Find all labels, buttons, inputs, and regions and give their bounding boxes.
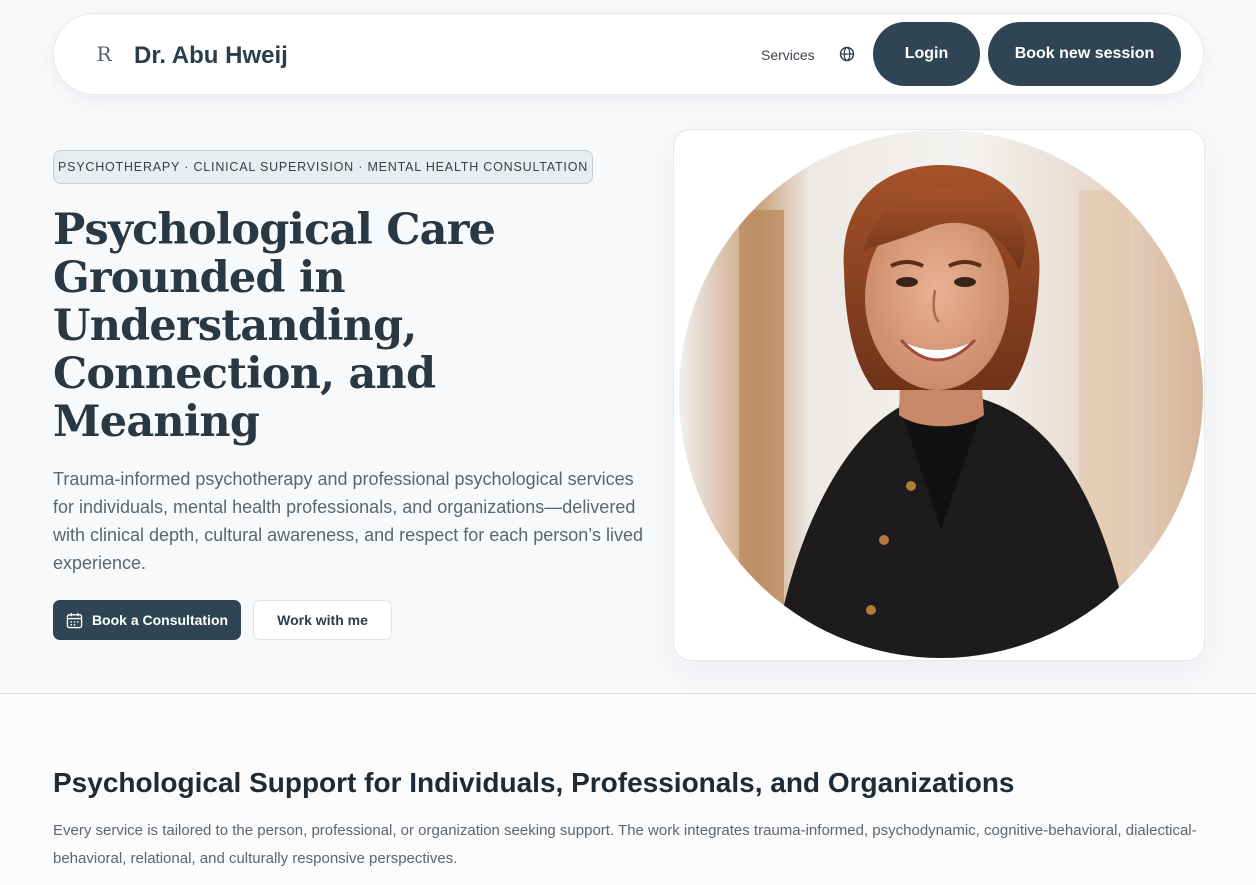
hero-description: Trauma-informed psychotherapy and profes… xyxy=(53,469,643,573)
hero-title-line: Grounded in xyxy=(53,253,346,303)
hero-title-line: Connection, and xyxy=(53,349,436,399)
logo-icon[interactable]: R xyxy=(92,42,116,66)
hero-title: Psychological Care Grounded in Understan… xyxy=(53,206,633,446)
login-button[interactable]: Login xyxy=(873,22,980,86)
work-with-me-button[interactable]: Work with me xyxy=(253,600,392,640)
section-description: Every service is tailored to the person,… xyxy=(53,822,1197,867)
section-divider xyxy=(0,693,1256,694)
hero-title-line: Psychological Care xyxy=(53,205,496,255)
book-consultation-label: Book a Consultation xyxy=(91,612,229,628)
calendar-icon xyxy=(66,612,83,628)
top-navbar: R Dr. Abu Hweij Services Login Book new … xyxy=(53,13,1204,95)
hero-title-line: Understanding, xyxy=(53,301,417,351)
brand-name[interactable]: Dr. Abu Hweij xyxy=(134,41,288,71)
section-title: Psychological Support for Individuals, P… xyxy=(53,767,1015,798)
nav-link-services[interactable]: Services xyxy=(761,45,815,65)
book-new-session-button[interactable]: Book new session xyxy=(988,22,1181,86)
portrait-card xyxy=(673,129,1205,661)
services-badge: PSYCHOTHERAPY · CLINICAL SUPERVISION · M… xyxy=(53,150,593,184)
globe-icon[interactable] xyxy=(839,46,855,62)
hero-title-line: Meaning xyxy=(53,397,260,447)
portrait-photo xyxy=(679,130,1203,658)
book-consultation-button[interactable]: Book a Consultation xyxy=(53,600,241,640)
